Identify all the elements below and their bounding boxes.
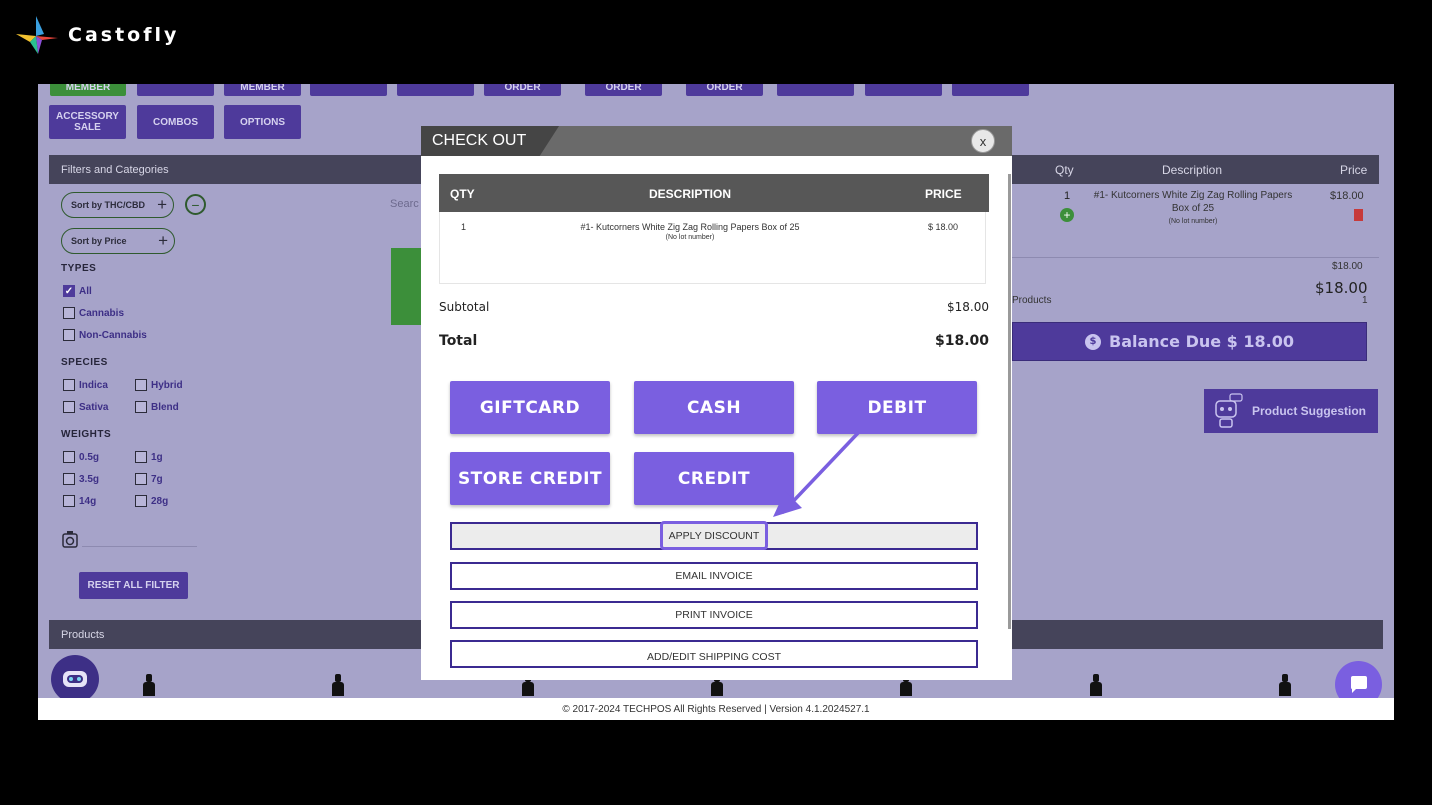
order-button-1[interactable]: ORDER xyxy=(484,84,561,96)
weights-title: WEIGHTS xyxy=(61,429,112,440)
product-search-input[interactable]: Searc xyxy=(390,198,419,210)
trash-icon[interactable] xyxy=(1354,209,1363,221)
product-thumbnail[interactable] xyxy=(142,674,156,696)
cart-item-description: #1- Kutcorners White Zig Zag Rolling Pap… xyxy=(1093,190,1293,225)
member-button[interactable]: MEMBER xyxy=(50,84,126,96)
types-title: TYPES xyxy=(61,263,97,274)
species-hybrid-checkbox[interactable]: Hybrid xyxy=(135,379,183,391)
cart-price-header: Price xyxy=(1340,163,1368,177)
combos-button[interactable]: COMBOS xyxy=(137,105,214,139)
minus-circle-icon[interactable]: − xyxy=(185,194,206,215)
cart-products-label: Products xyxy=(1012,295,1052,306)
product-suggestion-button[interactable]: Product Suggestion xyxy=(1204,389,1378,433)
cart-products-count: 1 xyxy=(1362,295,1368,306)
filters-header: Filters and Categories xyxy=(49,155,421,184)
footer: © 2017-2024 TECHPOS All Rights Reserved … xyxy=(38,698,1394,720)
cart-subtotal-small: $18.00 xyxy=(1332,261,1363,272)
check-icon: ✓ xyxy=(63,285,75,297)
options-button[interactable]: OPTIONS xyxy=(224,105,301,139)
increase-qty-icon[interactable]: + xyxy=(1060,208,1074,222)
top-button-11[interactable] xyxy=(952,84,1029,96)
top-button-4[interactable] xyxy=(310,84,387,96)
weight-28g-checkbox[interactable]: 28g xyxy=(135,495,168,507)
cart-description-header: Description xyxy=(1162,163,1223,177)
plus-icon: + xyxy=(157,195,167,214)
cart-qty-header: Qty xyxy=(1055,163,1074,177)
reset-all-filter-button[interactable]: RESET ALL FILTER xyxy=(79,572,188,599)
screenshot-root: Castofly MEMBER MEMBER ORDER ORDER ORDER… xyxy=(0,0,1432,805)
accessory-sale-button[interactable]: ACCESSORY SALE xyxy=(49,105,126,139)
member-button-2[interactable]: MEMBER xyxy=(224,84,301,96)
castofly-logo: Castofly xyxy=(14,14,179,56)
top-button-5[interactable] xyxy=(397,84,474,96)
weight-7g-checkbox[interactable]: 7g xyxy=(135,473,163,485)
chat-icon xyxy=(1350,675,1367,693)
top-button-10[interactable] xyxy=(865,84,942,96)
tutorial-arrow-icon xyxy=(773,431,860,517)
cart-item-qty: 1 xyxy=(1064,190,1071,202)
top-button-2[interactable] xyxy=(137,84,214,96)
checkout-modal: CHECK OUT x QTY DESCRIPTION PRICE 1 #1- … xyxy=(421,126,1012,680)
dollar-coin-icon: $ xyxy=(1085,333,1101,350)
assistant-avatar[interactable] xyxy=(51,655,99,703)
plus-icon: + xyxy=(158,231,168,250)
weight-14g-checkbox[interactable]: 14g xyxy=(63,495,96,507)
type-non-cannabis-checkbox[interactable]: Non-Cannabis xyxy=(63,329,147,341)
slider-track[interactable] xyxy=(82,546,197,547)
cart-header: Qty Description Price xyxy=(1012,155,1379,184)
type-cannabis-checkbox[interactable]: Cannabis xyxy=(63,307,124,319)
order-button-2[interactable]: ORDER xyxy=(585,84,662,96)
weight-1g-checkbox[interactable]: 1g xyxy=(135,451,163,463)
balance-due-button[interactable]: $ Balance Due $ 18.00 xyxy=(1012,322,1367,361)
weight-3-5g-checkbox[interactable]: 3.5g xyxy=(63,473,99,485)
scale-icon[interactable] xyxy=(62,530,78,548)
product-thumbnail[interactable] xyxy=(1278,674,1292,696)
species-sativa-checkbox[interactable]: Sativa xyxy=(63,401,108,413)
species-indica-checkbox[interactable]: Indica xyxy=(63,379,108,391)
top-button-9[interactable] xyxy=(777,84,854,96)
product-thumbnail[interactable] xyxy=(331,674,345,696)
order-button-3[interactable]: ORDER xyxy=(686,84,763,96)
brand-name: Castofly xyxy=(68,24,180,46)
sort-by-thc-button[interactable]: Sort by THC/CBD + xyxy=(61,192,174,218)
sort-by-price-button[interactable]: Sort by Price + xyxy=(61,228,175,254)
product-thumbnail[interactable] xyxy=(1089,674,1103,696)
cart-item-price: $18.00 xyxy=(1330,190,1364,202)
cart-total: $18.00 xyxy=(1315,279,1368,297)
species-blend-checkbox[interactable]: Blend xyxy=(135,401,179,413)
species-title: SPECIES xyxy=(61,357,108,368)
weight-0-5g-checkbox[interactable]: 0.5g xyxy=(63,451,99,463)
type-all-checkbox[interactable]: ✓ All xyxy=(63,285,92,297)
castofly-logo-icon xyxy=(16,16,58,54)
cart-divider xyxy=(1012,257,1379,258)
green-side-button[interactable] xyxy=(391,248,421,325)
robot-icon xyxy=(1215,393,1243,428)
robot-face-icon xyxy=(63,671,87,687)
